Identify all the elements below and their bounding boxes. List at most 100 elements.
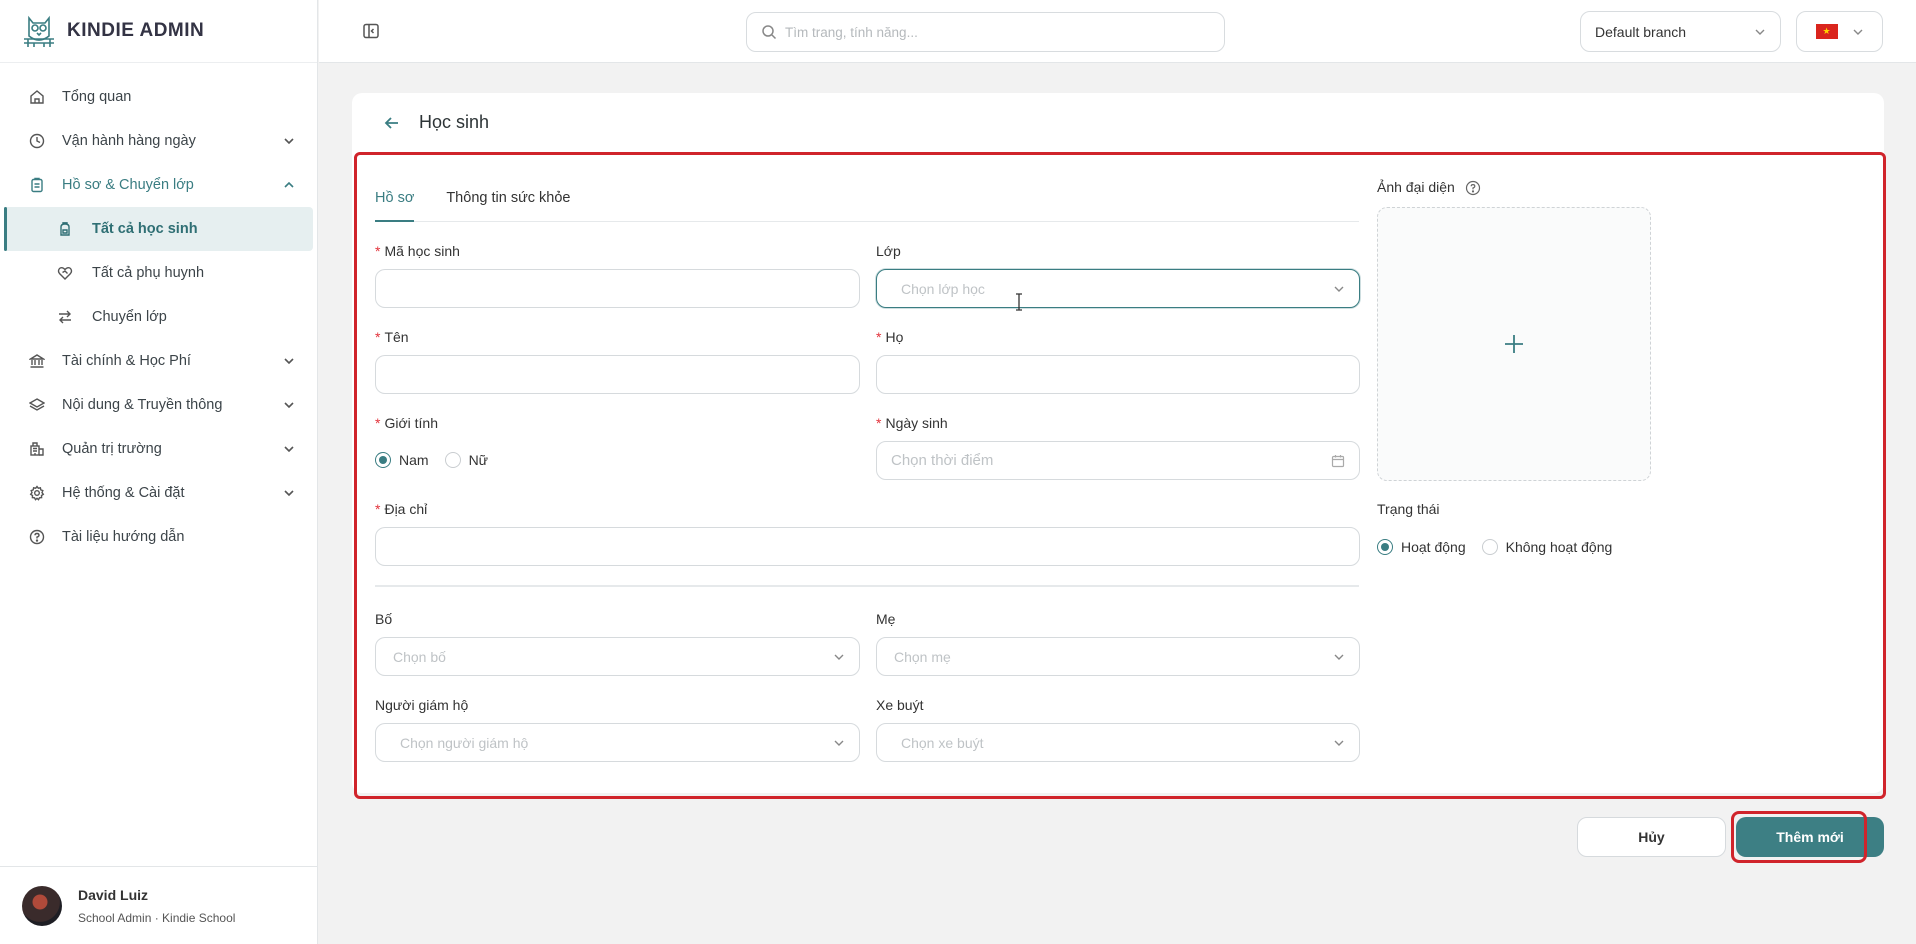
search-box[interactable]	[746, 12, 1225, 52]
branch-select-value: Default branch	[1595, 23, 1687, 40]
gender-label: * Giới tính	[375, 415, 438, 431]
search-icon	[762, 25, 777, 40]
birthday-label: * Ngày sinh	[876, 415, 948, 431]
chevron-down-icon	[1334, 286, 1344, 292]
guardian-select[interactable]: Chọn người giám hộ	[375, 723, 860, 762]
text-cursor-icon	[1016, 293, 1022, 311]
chevron-down-icon	[1334, 654, 1344, 660]
avatar	[22, 885, 62, 926]
sidebar-item-label: Hồ sơ & Chuyển lớp	[62, 177, 194, 193]
bus-select-placeholder: Chọn xe buýt	[901, 734, 984, 751]
building-icon	[28, 440, 46, 458]
chevron-down-icon	[1853, 29, 1862, 35]
user-role: School Admin · Kindie School	[78, 910, 236, 925]
language-select[interactable]: ★	[1796, 11, 1883, 52]
gear-icon	[28, 484, 46, 502]
sidebar-subitem-label: Tất cả học sinh	[92, 221, 198, 237]
sidebar-nav: Tổng quan Vận hành hàng ngày Hồ sơ & Chu…	[0, 63, 317, 559]
page-title: Học sinh	[419, 112, 490, 132]
birthday-placeholder: Chọn thời điểm	[891, 452, 994, 469]
branch-select[interactable]: Default branch	[1580, 11, 1781, 52]
radio-checked[interactable]	[1377, 539, 1393, 555]
home-icon	[28, 88, 46, 106]
user-profile[interactable]: David Luiz School Admin · Kindie School	[0, 866, 318, 944]
chevron-down-icon	[834, 654, 844, 660]
cancel-button[interactable]: Hủy	[1577, 817, 1726, 857]
guardian-select-placeholder: Chọn người giám hộ	[400, 734, 529, 751]
sidebar-subitem-label: Tất cả phụ huynh	[92, 265, 205, 281]
sidebar-item-label: Tổng quan	[62, 89, 132, 105]
gender-option-female[interactable]: Nữ	[444, 452, 488, 468]
sidebar-item-label: Hệ thống & Cài đặt	[62, 485, 185, 501]
status-option-active[interactable]: Hoạt động	[1377, 539, 1466, 555]
clock-icon	[28, 132, 46, 150]
sidebar-item-finance[interactable]: Tài chính & Học Phí	[0, 339, 317, 383]
add-new-button[interactable]: Thêm mới	[1736, 817, 1884, 857]
address-input[interactable]	[375, 527, 1360, 566]
sidebar-item-school-admin[interactable]: Quản trị trường	[0, 427, 317, 471]
last-name-label: * Họ	[876, 329, 904, 345]
chevron-down-icon	[284, 138, 294, 145]
father-select-placeholder: Chọn bố	[393, 648, 446, 665]
father-label: Bố	[375, 611, 393, 627]
sidebar: KINDIE ADMIN Tổng quan Vận hành hàng ngà…	[0, 0, 318, 944]
mother-select[interactable]: Chọn mẹ	[876, 637, 1360, 676]
clipboard-icon	[28, 176, 46, 194]
sidebar-subitem-label: Chuyển lớp	[92, 309, 167, 325]
student-code-input[interactable]	[375, 269, 860, 308]
back-arrow-icon[interactable]	[383, 114, 401, 132]
topbar: Default branch ★	[319, 0, 1916, 63]
father-select[interactable]: Chọn bố	[375, 637, 860, 676]
help-circle-icon[interactable]	[1465, 180, 1481, 196]
arrows-exchange-icon	[56, 308, 74, 326]
status-option-inactive[interactable]: Không hoạt động	[1481, 539, 1612, 555]
sidebar-item-docs[interactable]: Tài liệu hướng dẫn	[0, 515, 317, 559]
birthday-picker[interactable]: Chọn thời điểm	[876, 441, 1360, 480]
class-label: Lớp	[876, 243, 901, 259]
radio-unchecked[interactable]	[444, 452, 461, 468]
brand[interactable]: KINDIE ADMIN	[0, 0, 317, 63]
sidebar-item-settings[interactable]: Hệ thống & Cài đặt	[0, 471, 317, 515]
status-label: Trạng thái	[1377, 501, 1440, 517]
sidebar-item-content[interactable]: Nội dung & Truyền thông	[0, 383, 317, 427]
gender-radio-group: Nam Nữ	[375, 452, 504, 468]
sidebar-item-daily-ops[interactable]: Vận hành hàng ngày	[0, 119, 317, 163]
chevron-down-icon	[284, 490, 294, 497]
bus-select[interactable]: Chọn xe buýt	[876, 723, 1360, 762]
layers-icon	[28, 396, 46, 414]
backpack-icon	[56, 220, 74, 238]
sidebar-item-records[interactable]: Hồ sơ & Chuyển lớp	[0, 163, 317, 207]
avatar-upload[interactable]	[1377, 207, 1651, 481]
chevron-down-icon	[834, 740, 844, 746]
radio-unchecked[interactable]	[1481, 539, 1498, 555]
mother-label: Mẹ	[876, 611, 896, 627]
heart-handshake-icon	[56, 264, 74, 282]
chevron-down-icon	[1755, 29, 1765, 35]
tab-profile[interactable]: Hồ sơ	[375, 190, 415, 222]
chevron-down-icon	[1334, 740, 1344, 746]
address-label: * Địa chỉ	[375, 501, 428, 517]
status-radio-group: Hoạt động Không hoạt động	[1377, 539, 1628, 555]
section-divider	[375, 585, 1359, 587]
sidebar-item-all-parents[interactable]: Tất cả phụ huynh	[4, 251, 313, 295]
chevron-down-icon	[284, 402, 294, 409]
sidebar-item-label: Tài liệu hướng dẫn	[62, 529, 185, 545]
tab-health-info[interactable]: Thông tin sức khỏe	[446, 190, 570, 222]
gender-option-male[interactable]: Nam	[375, 452, 429, 468]
sidebar-toggle-icon[interactable]	[362, 22, 380, 40]
guardian-label: Người giám hộ	[375, 697, 469, 713]
radio-checked[interactable]	[375, 452, 391, 468]
last-name-input[interactable]	[876, 355, 1360, 394]
calendar-icon	[1331, 454, 1345, 467]
search-input[interactable]	[785, 24, 1185, 40]
sidebar-item-overview[interactable]: Tổng quan	[0, 75, 317, 119]
plus-icon	[1505, 335, 1523, 353]
class-select-placeholder: Chọn lớp học	[901, 280, 985, 297]
class-select[interactable]: Chọn lớp học	[876, 269, 1360, 308]
first-name-input[interactable]	[375, 355, 860, 394]
bank-icon	[28, 352, 46, 370]
first-name-label: * Tên	[375, 329, 409, 345]
chevron-down-icon	[284, 358, 294, 365]
sidebar-item-transfer-class[interactable]: Chuyển lớp	[4, 295, 313, 339]
sidebar-item-all-students[interactable]: Tất cả học sinh	[4, 207, 313, 251]
